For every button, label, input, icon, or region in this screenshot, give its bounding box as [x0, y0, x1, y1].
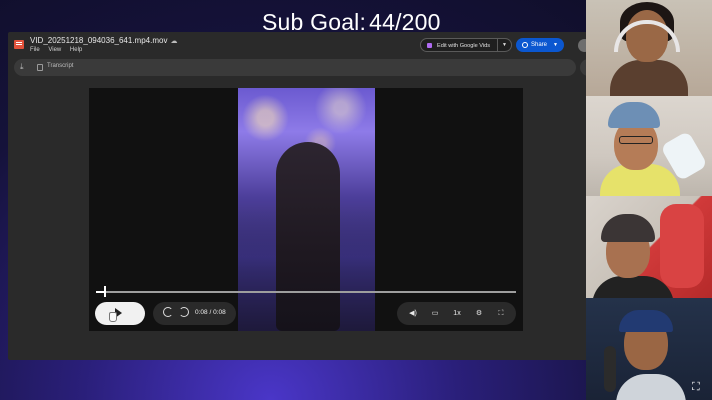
playback-speed-button[interactable]: 1x — [449, 302, 465, 325]
time-display: 0:08 / 0:08 — [195, 309, 226, 316]
viewer-toolbar: ⤓ Transcript — [14, 59, 576, 76]
forward-10-icon[interactable] — [179, 307, 189, 317]
share-button-label: Share — [531, 42, 548, 48]
caret-down-icon: ▼ — [502, 42, 507, 48]
webcam-person-glasses — [619, 136, 653, 144]
webcam-feed-3 — [586, 196, 712, 298]
gear-icon[interactable]: ⚙ — [471, 302, 487, 325]
file-name: VID_20251218_094036_641.mp4.mov ☁ — [30, 36, 177, 45]
edit-options-dropdown[interactable]: ▼ — [498, 38, 512, 52]
stream-fullscreen-icon[interactable]: ⛶ — [692, 381, 700, 394]
webcam-person-body — [616, 374, 686, 400]
play-button[interactable] — [95, 302, 145, 325]
time-controls: 0:08 / 0:08 — [153, 302, 236, 325]
captions-icon[interactable]: ▭ — [427, 302, 443, 325]
globe-icon — [522, 41, 528, 48]
webcam-column: ⛶ — [586, 0, 712, 400]
seek-bar[interactable] — [96, 286, 516, 297]
transcript-icon — [37, 64, 43, 71]
cloud-offline-icon[interactable]: ☁ — [170, 38, 177, 45]
menu-help[interactable]: Help — [70, 47, 82, 53]
webcam-person-beanie — [601, 214, 655, 242]
seek-thumb[interactable] — [104, 286, 106, 297]
transcript-button[interactable]: Transcript — [47, 63, 73, 69]
viewer-title-bar: VID_20251218_094036_641.mp4.mov ☁ File Vi… — [8, 32, 602, 58]
menu-file[interactable]: File — [30, 47, 40, 53]
webcam-person-cap — [619, 310, 673, 332]
video-file-icon — [14, 40, 24, 49]
share-button[interactable]: Share ▼ — [516, 38, 564, 52]
microphone-icon — [604, 346, 616, 392]
google-vids-icon — [427, 43, 432, 48]
webcam-feed-4: ⛶ — [586, 298, 712, 400]
file-name-text: VID_20251218_094036_641.mp4.mov — [30, 36, 168, 45]
menu-view[interactable]: View — [48, 47, 61, 53]
share-caret-icon: ▼ — [553, 42, 558, 48]
edit-button-label: Edit with Google Vids — [437, 43, 491, 49]
edit-with-google-vids-button[interactable]: Edit with Google Vids — [420, 38, 498, 52]
webcam-person-cap — [608, 102, 660, 128]
playback-options: ◀) ▭ 1x ⚙ ⛶ — [397, 302, 516, 325]
video-frame — [238, 88, 375, 331]
video-person — [276, 142, 340, 331]
webcam-feed-2 — [586, 96, 712, 196]
video-player[interactable]: 0:08 / 0:08 ◀) ▭ 1x ⚙ ⛶ — [89, 88, 523, 331]
rewind-10-icon[interactable] — [163, 307, 173, 317]
download-icon[interactable]: ⤓ — [20, 62, 24, 72]
drive-video-viewer: VID_20251218_094036_641.mp4.mov ☁ File Vi… — [8, 32, 602, 360]
menu-bar: File View Help — [30, 47, 89, 53]
webcam-person-body — [610, 60, 688, 96]
mouse-cursor-icon — [109, 312, 117, 322]
webcam-feed-1 — [586, 0, 712, 96]
volume-icon[interactable]: ◀) — [405, 302, 421, 325]
fullscreen-icon[interactable]: ⛶ — [493, 302, 509, 325]
gaming-chair — [660, 204, 704, 288]
